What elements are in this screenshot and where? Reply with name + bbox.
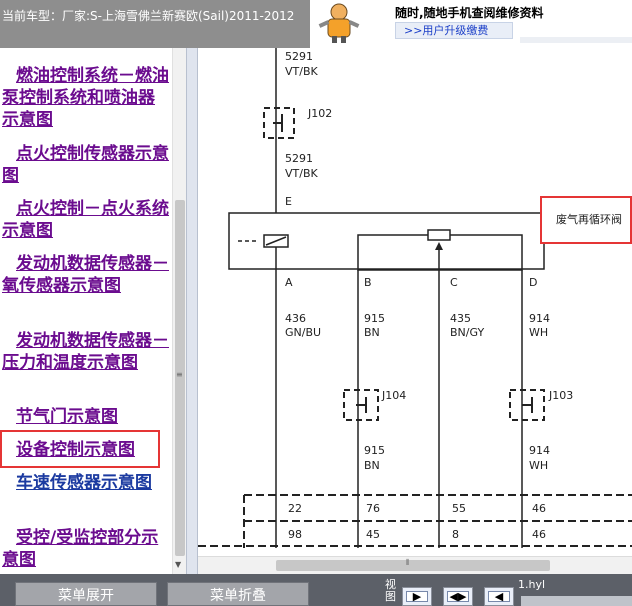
pin-c-label: C	[450, 276, 458, 289]
file-name-label: 1.hyl	[518, 578, 546, 591]
mid-wire-circuit: 5291	[285, 152, 313, 165]
file-info-box	[521, 596, 632, 606]
connector-row2-a: 98	[288, 528, 302, 541]
bottom-toolbar: 菜单展开 菜单折叠 视图 ▶ ◀▶ ◀ 1.hyl	[0, 574, 632, 606]
menu-item-pressure-temp[interactable]: 发动机数据传感器－压力和温度示意图	[2, 330, 170, 374]
scroll-down-icon[interactable]: ▼	[175, 560, 181, 569]
diagram-hscrollbar-thumb[interactable]	[276, 560, 550, 571]
ad-tagline: 随时,随地手机查阅维修资料	[395, 6, 544, 20]
menu-scrollbar[interactable]: ≡ ▼	[172, 48, 186, 574]
j102-label: J102	[308, 107, 333, 120]
menu-item-fuel-pump-injector[interactable]: 燃油控制系统－燃油泵控制系统和喷油器示意图	[2, 65, 170, 131]
ad-decor-strip	[520, 37, 632, 43]
top-wire-color: VT/BK	[285, 65, 318, 78]
menu-collapse-button[interactable]: 菜单折叠	[167, 582, 309, 606]
ad-banner[interactable]: 随时,随地手机查阅维修资料 >>用户升级缴费	[310, 0, 632, 48]
lower-b-color: BN	[364, 459, 380, 472]
pin-a-color: GN/BU	[285, 326, 322, 339]
pin-b-circuit: 915	[364, 312, 385, 325]
pin-a-circuit: 436	[285, 312, 306, 325]
menu-item-ignition-system[interactable]: 点火控制－点火系统示意图	[2, 198, 170, 242]
j103-label: J103	[549, 389, 574, 402]
menu-expand-button[interactable]: 菜单展开	[15, 582, 157, 606]
pane-divider[interactable]	[186, 48, 198, 574]
pin-b-label: B	[364, 276, 372, 289]
menu-item-throttle[interactable]: 节气门示意图	[2, 406, 170, 428]
scroll-grip-icon: ⦀	[406, 558, 410, 567]
connector-row1-c: 55	[452, 502, 466, 515]
pin-c-circuit: 435	[450, 312, 471, 325]
pin-e-label: E	[285, 195, 292, 208]
lower-d-circuit: 914	[529, 444, 550, 457]
diagram-menu: 燃油控制系统－燃油泵控制系统和喷油器示意图 点火控制传感器示意图 点火控制－点火…	[0, 48, 172, 574]
menu-item-oxygen-sensor[interactable]: 发动机数据传感器－氧传感器示意图	[2, 253, 170, 297]
wiring-diagram-svg	[198, 48, 632, 548]
vehicle-info-header: 当前车型：厂家:S-上海雪佛兰新赛欧(Sail)2011-2012	[0, 0, 310, 48]
pin-d-color: WH	[529, 326, 549, 339]
menu-item-device-control[interactable]: 设备控制示意图	[2, 439, 170, 461]
scroll-grip-icon: ≡	[176, 370, 183, 379]
upgrade-link[interactable]: >>用户升级缴费	[395, 22, 513, 39]
egr-valve-callout: 废气再循环阀	[540, 196, 632, 244]
menu-item-ignition-sensor[interactable]: 点火控制传感器示意图	[2, 143, 170, 187]
view-prev-button[interactable]: ◀	[484, 587, 514, 606]
j104-label: J104	[382, 389, 407, 402]
menu-item-controlled-parts[interactable]: 受控/受监控部分示意图	[2, 527, 170, 571]
arrow-left-icon: ◀	[494, 590, 504, 603]
mechanic-icon	[315, 0, 363, 44]
arrow-right-icon: ▶	[412, 590, 422, 603]
pin-b-color: BN	[364, 326, 380, 339]
connector-row2-c: 8	[452, 528, 459, 541]
fit-width-icon: ◀▶	[449, 590, 467, 603]
connector-row1-b: 76	[366, 502, 380, 515]
pin-d-circuit: 914	[529, 312, 550, 325]
view-fit-button[interactable]: ◀▶	[443, 587, 473, 606]
connector-row1-d: 46	[532, 502, 546, 515]
mid-wire-color: VT/BK	[285, 167, 318, 180]
wiring-diagram: 5291 VT/BK J102 5291 VT/BK E A 436 GN/BU…	[198, 48, 632, 556]
view-next-button[interactable]: ▶	[402, 587, 432, 606]
vehicle-info-text: 当前车型：厂家:S-上海雪佛兰新赛欧(Sail)2011-2012	[2, 9, 295, 23]
lower-d-color: WH	[529, 459, 549, 472]
diagram-hscrollbar[interactable]: ⦀	[198, 556, 632, 574]
top-wire-circuit: 5291	[285, 50, 313, 63]
pin-d-label: D	[529, 276, 538, 289]
pin-c-color: BN/GY	[450, 326, 485, 339]
view-label: 视图	[385, 578, 396, 603]
menu-item-vehicle-speed[interactable]: 车速传感器示意图	[2, 472, 170, 494]
connector-row2-d: 46	[532, 528, 546, 541]
connector-row1-a: 22	[288, 502, 302, 515]
lower-b-circuit: 915	[364, 444, 385, 457]
connector-row2-b: 45	[366, 528, 380, 541]
pin-a-label: A	[285, 276, 293, 289]
